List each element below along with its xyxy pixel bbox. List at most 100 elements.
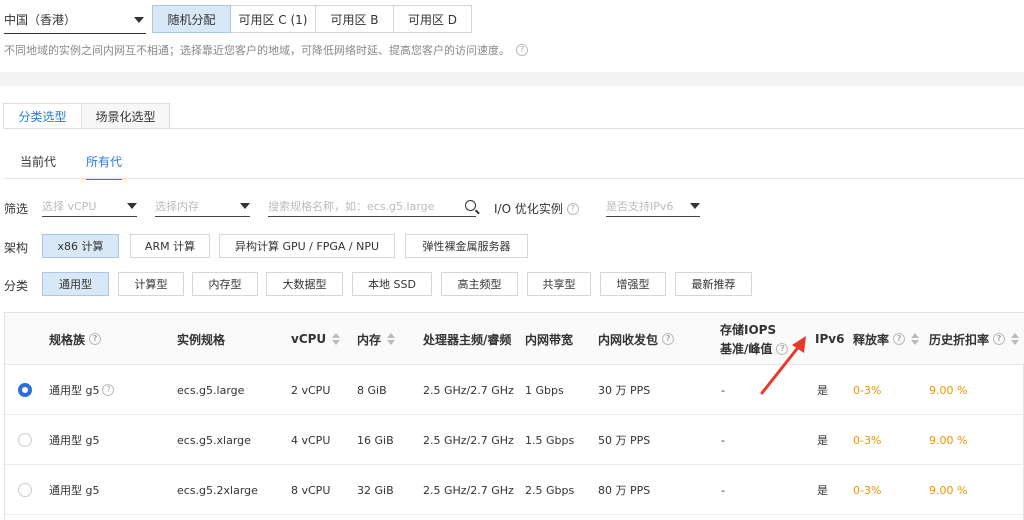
cell-cpu-freq: 2.5 GHz/2.7 GHz — [423, 483, 514, 497]
col-release-rate[interactable]: 释放率? — [853, 313, 920, 365]
category-label: 分类 — [4, 279, 29, 293]
zone-random[interactable]: 随机分配 — [152, 5, 231, 33]
help-icon[interactable]: ? — [102, 384, 115, 396]
io-label: I/O 优化实例 — [494, 202, 563, 216]
category-big-data[interactable]: 大数据型 — [266, 272, 343, 296]
table-row[interactable]: 通用型 g5 ecs.g5.xlarge 4 vCPU 16 GiB 2.5 G… — [5, 415, 1024, 465]
cell-ipv6: 是 — [817, 434, 828, 447]
col-vcpu[interactable]: vCPU — [291, 313, 341, 365]
category-high-freq[interactable]: 高主频型 — [441, 272, 518, 296]
help-icon[interactable]: ? — [993, 333, 1006, 345]
selection-tabs: 分类选型 场景化选型 — [3, 103, 170, 129]
table-row[interactable]: 通用型 g5 ecs.g5.2xlarge 8 vCPU 32 GiB 2.5 … — [5, 465, 1024, 515]
cell-bandwidth: 1 Gbps — [525, 383, 564, 397]
zone-b[interactable]: 可用区 B — [315, 5, 394, 33]
search-placeholder: 搜索规格名称，如：ecs.g5.large — [268, 199, 435, 213]
subtabs-underline — [4, 178, 1024, 179]
arch-heterogeneous[interactable]: 异构计算 GPU / FPGA / NPU — [219, 234, 395, 258]
zone-group: 随机分配 可用区 C (1) 可用区 B 可用区 D — [152, 5, 472, 33]
help-icon[interactable]: ? — [662, 333, 675, 345]
chevron-down-icon — [127, 202, 137, 209]
cell-discount-rate: 9.00 % — [929, 483, 968, 497]
category-compute[interactable]: 计算型 — [118, 272, 184, 296]
table-header: 规格族? 实例规格 vCPU 内存 处理器主频/睿频 内网带宽 内网收发包? 存… — [5, 313, 1024, 365]
cell-release-rate: 0-3% — [853, 483, 882, 497]
col-ipv6: IPv6 — [815, 332, 845, 346]
tab-scenario[interactable]: 场景化选型 — [81, 103, 170, 129]
cell-memory: 16 GiB — [357, 433, 394, 447]
ipv6-placeholder: 是否支持IPv6 — [606, 199, 674, 213]
category-general[interactable]: 通用型 — [42, 272, 109, 296]
chevron-down-icon — [690, 202, 700, 209]
cell-discount-rate: 9.00 % — [929, 433, 968, 447]
cell-vcpu: 8 vCPU — [291, 483, 331, 497]
sort-icon[interactable] — [1011, 333, 1020, 345]
chevron-down-icon — [134, 16, 144, 23]
cell-spec: ecs.g5.2xlarge — [177, 483, 258, 497]
vcpu-placeholder: 选择 vCPU — [42, 199, 97, 213]
region-note-text: 不同地域的实例之间内网互不相通；选择靠近您客户的地域，可降低网络时延、提高您客户… — [4, 44, 510, 57]
memory-placeholder: 选择内存 — [155, 199, 199, 213]
help-icon[interactable]: ? — [89, 333, 102, 345]
tabs-underline — [4, 128, 1024, 129]
row-radio[interactable] — [18, 383, 32, 397]
category-latest[interactable]: 最新推荐 — [675, 272, 752, 296]
cell-spec: ecs.g5.large — [177, 383, 245, 397]
filter-label: 筛选 — [4, 202, 29, 216]
category-memory[interactable]: 内存型 — [192, 272, 258, 296]
cell-memory: 8 GiB — [357, 383, 387, 397]
cell-iops: - — [721, 433, 725, 447]
zone-d[interactable]: 可用区 D — [393, 5, 472, 33]
cell-iops: - — [721, 483, 725, 497]
region-value: 中国（香港） — [4, 13, 77, 27]
category-enhanced[interactable]: 增强型 — [600, 272, 666, 296]
cell-vcpu: 2 vCPU — [291, 383, 331, 397]
category-local-ssd[interactable]: 本地 SSD — [352, 272, 432, 296]
category-shared[interactable]: 共享型 — [527, 272, 591, 296]
col-pps: 内网收发包? — [598, 313, 675, 365]
vcpu-select[interactable]: 选择 vCPU — [42, 195, 137, 217]
sort-icon[interactable] — [911, 333, 920, 345]
cell-family: 通用型 g5 — [49, 484, 100, 497]
memory-select[interactable]: 选择内存 — [155, 195, 250, 217]
col-cpu-freq: 处理器主频/睿频 — [423, 332, 512, 347]
cell-ipv6: 是 — [817, 384, 828, 397]
cell-cpu-freq: 2.5 GHz/2.7 GHz — [423, 383, 514, 397]
cell-discount-rate: 9.00 % — [929, 383, 968, 397]
help-icon[interactable]: ? — [893, 333, 906, 345]
help-icon[interactable]: ? — [566, 202, 579, 215]
cell-bandwidth: 2.5 Gbps — [525, 483, 575, 497]
cell-memory: 32 GiB — [357, 483, 394, 497]
subtab-current[interactable]: 当前代 — [20, 153, 56, 180]
col-bandwidth: 内网带宽 — [525, 332, 574, 347]
help-icon[interactable]: ? — [516, 44, 528, 56]
table-row[interactable]: 通用型 g5? ecs.g5.large 2 vCPU 8 GiB 2.5 GH… — [5, 365, 1024, 415]
col-memory[interactable]: 内存 — [357, 313, 396, 365]
ipv6-select[interactable]: 是否支持IPv6 — [606, 195, 700, 217]
row-radio[interactable] — [18, 433, 32, 447]
cell-cpu-freq: 2.5 GHz/2.7 GHz — [423, 433, 514, 447]
zone-c[interactable]: 可用区 C (1) — [230, 5, 316, 33]
sort-icon[interactable] — [332, 333, 341, 345]
sort-icon[interactable] — [387, 333, 396, 345]
cell-iops: - — [721, 383, 725, 397]
col-discount-rate[interactable]: 历史折扣率? — [929, 313, 1020, 365]
search-icon[interactable] — [465, 200, 476, 211]
region-select[interactable]: 中国（香港） — [4, 6, 146, 34]
instance-table: 规格族? 实例规格 vCPU 内存 处理器主频/睿频 内网带宽 内网收发包? 存… — [4, 312, 1024, 520]
subtab-all[interactable]: 所有代 — [86, 153, 123, 180]
region-note: 不同地域的实例之间内网互不相通；选择靠近您客户的地域，可降低网络时延、提高您客户… — [4, 42, 528, 58]
arch-arm[interactable]: ARM 计算 — [130, 234, 210, 258]
io-optimized[interactable]: I/O 优化实例 ? — [494, 200, 579, 217]
section-divider — [0, 72, 1024, 86]
row-radio[interactable] — [18, 483, 32, 497]
col-spec: 实例规格 — [177, 332, 226, 347]
cell-ipv6: 是 — [817, 484, 828, 497]
cell-bandwidth: 1.5 Gbps — [525, 433, 575, 447]
spec-search-input[interactable]: 搜索规格名称，如：ecs.g5.large — [268, 195, 476, 217]
arch-bare-metal[interactable]: 弹性裸金属服务器 — [405, 234, 528, 258]
arch-x86[interactable]: x86 计算 — [42, 234, 119, 258]
col-family: 规格族? — [49, 313, 102, 365]
tab-category[interactable]: 分类选型 — [3, 103, 82, 129]
cell-pps: 80 万 PPS — [598, 484, 651, 497]
